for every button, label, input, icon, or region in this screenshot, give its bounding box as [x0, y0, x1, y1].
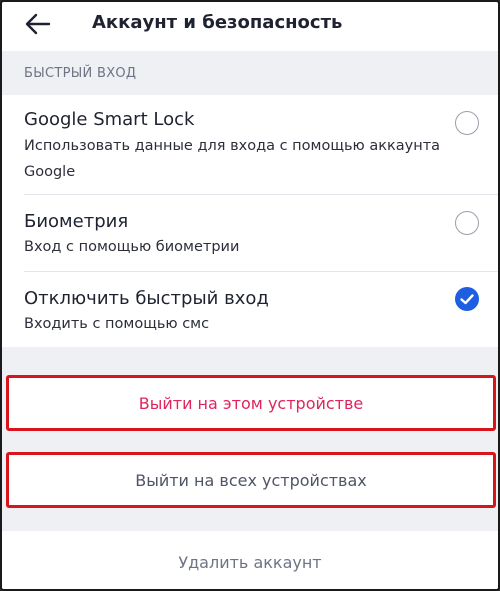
option-google-smart-lock[interactable]: Google Smart Lock Использовать данные дл…: [2, 95, 498, 195]
checkmark-icon: [460, 294, 474, 305]
delete-account-button[interactable]: Удалить аккаунт: [2, 531, 498, 589]
delete-account-label: Удалить аккаунт: [178, 552, 322, 572]
logout-all-devices-label: Выйти на всех устройствах: [135, 470, 367, 490]
screen-frame: Аккаунт и безопасность БЫСТРЫЙ ВХОД Goog…: [0, 0, 500, 591]
arrow-left-icon: [25, 13, 51, 35]
section-header-quick-login: БЫСТРЫЙ ВХОД: [2, 51, 498, 95]
option-subtitle: Входить с помощью смс: [24, 316, 210, 332]
divider: [24, 271, 498, 272]
section-title: БЫСТРЫЙ ВХОД: [24, 66, 137, 81]
radio-biometrics[interactable]: [455, 211, 479, 235]
divider: [24, 194, 498, 195]
logout-this-device-button[interactable]: Выйти на этом устройстве: [6, 375, 496, 431]
top-app-bar: Аккаунт и безопасность: [2, 2, 498, 50]
logout-all-devices-button[interactable]: Выйти на всех устройствах: [6, 452, 496, 508]
radio-disable-quick-login[interactable]: [455, 287, 479, 311]
option-title: Биометрия: [24, 211, 129, 232]
logout-this-device-label: Выйти на этом устройстве: [138, 393, 364, 413]
option-title: Google Smart Lock: [24, 109, 195, 130]
option-subtitle: Вход с помощью биометрии: [24, 239, 240, 255]
back-button[interactable]: [20, 8, 56, 40]
option-title: Отключить быстрый вход: [24, 288, 269, 309]
option-biometrics[interactable]: Биометрия Вход с помощью биометрии: [2, 196, 498, 272]
option-subtitle: Использовать данные для входа с помощью …: [24, 138, 441, 180]
page-title: Аккаунт и безопасность: [92, 12, 343, 33]
radio-google-smart-lock[interactable]: [455, 111, 479, 135]
option-disable-quick-login[interactable]: Отключить быстрый вход Входить с помощью…: [2, 273, 498, 347]
